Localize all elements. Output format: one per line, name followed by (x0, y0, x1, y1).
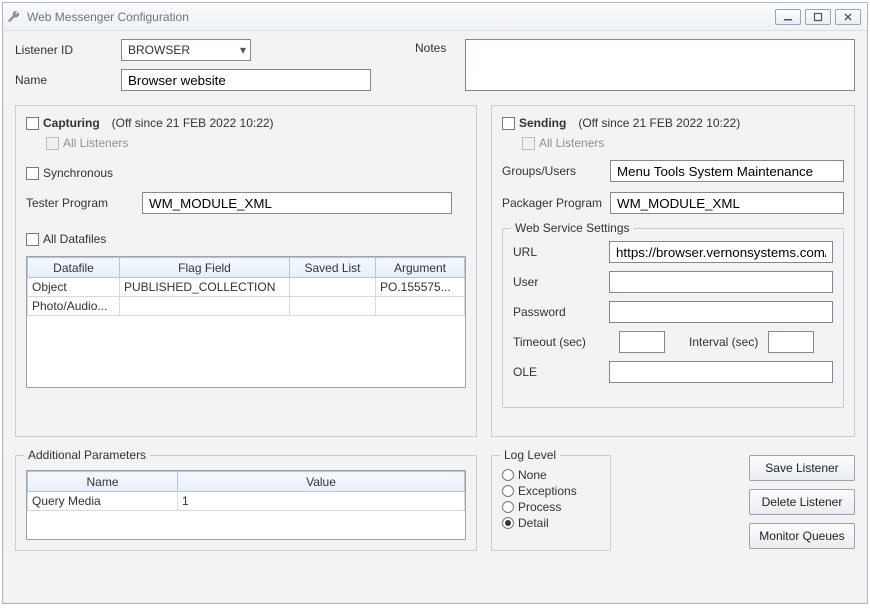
sending-checkbox[interactable]: Sending (502, 116, 566, 130)
timeout-label: Timeout (sec) (513, 335, 609, 349)
loglevel-detail-radio[interactable]: Detail (502, 516, 600, 530)
packager-program-input[interactable] (610, 192, 844, 214)
monitor-queues-button[interactable]: Monitor Queues (749, 523, 855, 549)
log-level-legend: Log Level (500, 448, 560, 462)
col-param-name[interactable]: Name (28, 472, 178, 492)
tester-program-input[interactable] (142, 192, 452, 214)
notes-label: Notes (415, 39, 465, 91)
col-param-value[interactable]: Value (178, 472, 465, 492)
interval-label: Interval (sec) (689, 335, 758, 349)
datafiles-table[interactable]: Datafile Flag Field Saved List Argument … (26, 256, 466, 388)
capturing-status: (Off since 21 FEB 2022 10:22) (112, 116, 274, 130)
close-button[interactable] (835, 9, 861, 25)
col-datafile[interactable]: Datafile (28, 258, 120, 278)
password-label: Password (513, 305, 609, 319)
listener-id-select[interactable]: BROWSER ▾ (121, 39, 251, 61)
titlebar: Web Messenger Configuration (3, 3, 867, 31)
synchronous-checkbox[interactable]: Synchronous (26, 166, 466, 180)
col-saved-list[interactable]: Saved List (290, 258, 376, 278)
delete-listener-button[interactable]: Delete Listener (749, 489, 855, 515)
capturing-all-listeners-checkbox: All Listeners (46, 136, 466, 150)
loglevel-exceptions-radio[interactable]: Exceptions (502, 484, 600, 498)
all-datafiles-checkbox[interactable]: All Datafiles (26, 232, 466, 246)
user-input[interactable] (609, 271, 833, 293)
web-service-settings-group: Web Service Settings URL User Password (502, 228, 844, 408)
log-level-group: Log Level None Exceptions Process Detail (491, 455, 611, 551)
content: Listener ID BROWSER ▾ Name Notes (3, 31, 867, 603)
interval-input[interactable] (768, 331, 814, 353)
groups-users-input[interactable] (610, 160, 844, 182)
col-flag-field[interactable]: Flag Field (120, 258, 290, 278)
additional-parameters-group: Additional Parameters Name Value Query M… (15, 455, 477, 551)
loglevel-process-radio[interactable]: Process (502, 500, 600, 514)
tester-program-label: Tester Program (26, 196, 142, 210)
password-input[interactable] (609, 301, 833, 323)
maximize-button[interactable] (805, 9, 831, 25)
name-input[interactable] (121, 69, 371, 91)
url-label: URL (513, 245, 609, 259)
additional-parameters-legend: Additional Parameters (24, 448, 150, 462)
sending-group: Sending (Off since 21 FEB 2022 10:22) Al… (491, 105, 855, 437)
user-label: User (513, 275, 609, 289)
table-row[interactable]: Object PUBLISHED_COLLECTION PO.155575... (28, 278, 465, 297)
listener-id-label: Listener ID (15, 43, 121, 57)
additional-parameters-table[interactable]: Name Value Query Media 1 (26, 470, 466, 540)
minimize-button[interactable] (775, 9, 801, 25)
url-input[interactable] (609, 241, 833, 263)
ole-input[interactable] (609, 361, 833, 383)
packager-program-label: Packager Program (502, 196, 610, 210)
loglevel-none-radio[interactable]: None (502, 468, 600, 482)
web-service-settings-legend: Web Service Settings (511, 221, 634, 235)
ole-label: OLE (513, 365, 609, 379)
timeout-input[interactable] (619, 331, 665, 353)
window: Web Messenger Configuration Listener ID … (2, 2, 868, 604)
capturing-checkbox[interactable]: Capturing (26, 116, 100, 130)
listener-id-value: BROWSER (128, 43, 190, 57)
sending-status: (Off since 21 FEB 2022 10:22) (578, 116, 740, 130)
table-row[interactable]: Query Media 1 (28, 492, 465, 511)
notes-textarea[interactable] (465, 39, 855, 91)
sending-all-listeners-checkbox: All Listeners (522, 136, 844, 150)
col-argument[interactable]: Argument (376, 258, 465, 278)
name-label: Name (15, 73, 121, 87)
table-row[interactable]: Photo/Audio... (28, 297, 465, 316)
save-listener-button[interactable]: Save Listener (749, 455, 855, 481)
window-title: Web Messenger Configuration (27, 10, 775, 24)
capturing-group: Capturing (Off since 21 FEB 2022 10:22) … (15, 105, 477, 437)
wrench-icon (7, 10, 21, 24)
groups-users-label: Groups/Users (502, 164, 610, 178)
chevron-down-icon: ▾ (240, 43, 246, 57)
